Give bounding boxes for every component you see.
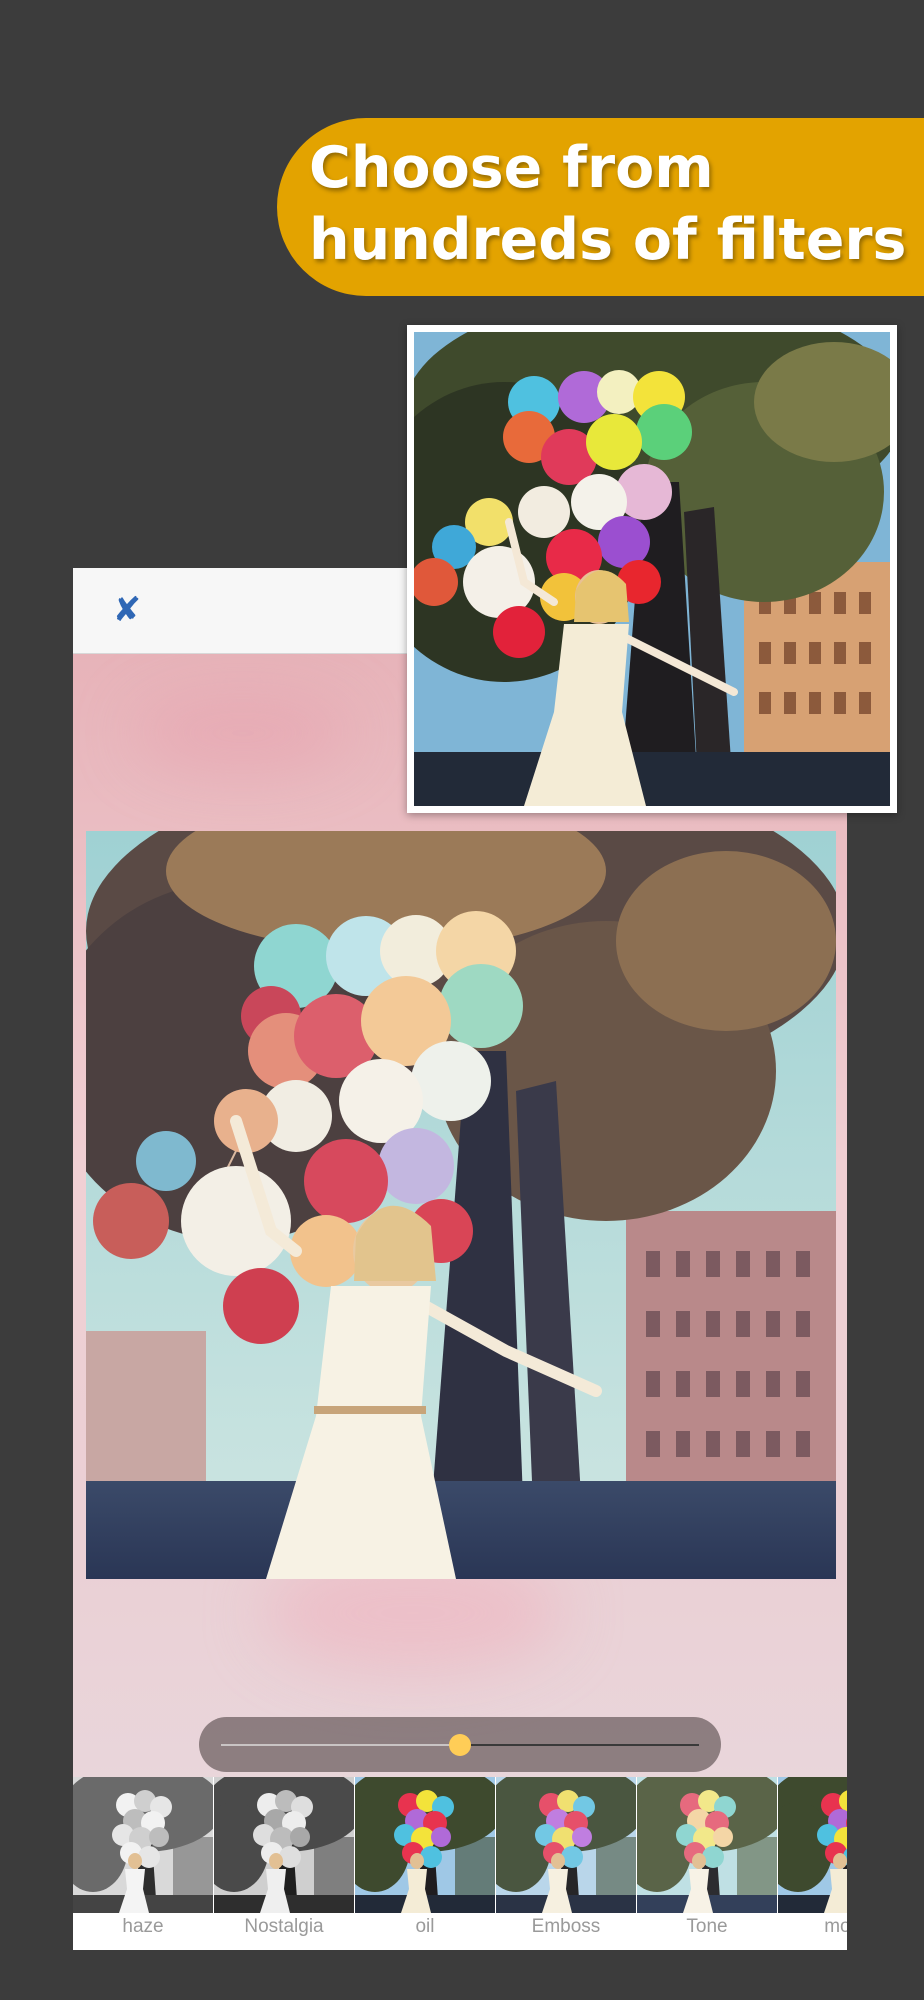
background-blur	[133, 693, 353, 773]
filter-option-emboss[interactable]: Emboss	[496, 1777, 636, 1950]
filter-thumbnail	[496, 1777, 636, 1913]
filter-option-mono[interactable]: mono	[778, 1777, 847, 1950]
filter-label: Emboss	[531, 1916, 601, 1937]
filter-option-oil[interactable]: oil	[355, 1777, 495, 1950]
filter-label: oil	[415, 1916, 435, 1937]
close-icon[interactable]: ✘	[107, 590, 147, 630]
filter-intensity-slider[interactable]	[199, 1717, 721, 1772]
headline-line-2: hundreds of filters	[309, 207, 907, 273]
original-photo-image	[414, 332, 890, 806]
filter-option-haze[interactable]: haze	[73, 1777, 213, 1950]
slider-handle[interactable]	[449, 1734, 471, 1756]
headline-line-1: Choose from	[309, 135, 714, 201]
filter-thumbnail	[73, 1777, 213, 1913]
filter-label: Tone	[686, 1916, 728, 1937]
original-photo	[407, 325, 897, 813]
edited-photo	[86, 831, 836, 1579]
filter-thumbnail	[355, 1777, 495, 1913]
filter-option-nostalgia[interactable]: Nostalgia	[214, 1777, 354, 1950]
filter-label: Nostalgia	[244, 1916, 324, 1937]
filter-option-tone[interactable]: Tone	[637, 1777, 777, 1950]
filter-thumbnail	[778, 1777, 847, 1913]
headline-banner: Choose from hundreds of filters	[277, 118, 924, 296]
filter-thumbnail	[637, 1777, 777, 1913]
filter-strip: haze Nostalgia oil Emboss Tone mo	[73, 1777, 847, 1950]
slider-fill	[221, 1744, 460, 1746]
filter-label: mono	[824, 1916, 847, 1937]
filter-label: haze	[122, 1916, 164, 1937]
filter-thumbnail	[214, 1777, 354, 1913]
